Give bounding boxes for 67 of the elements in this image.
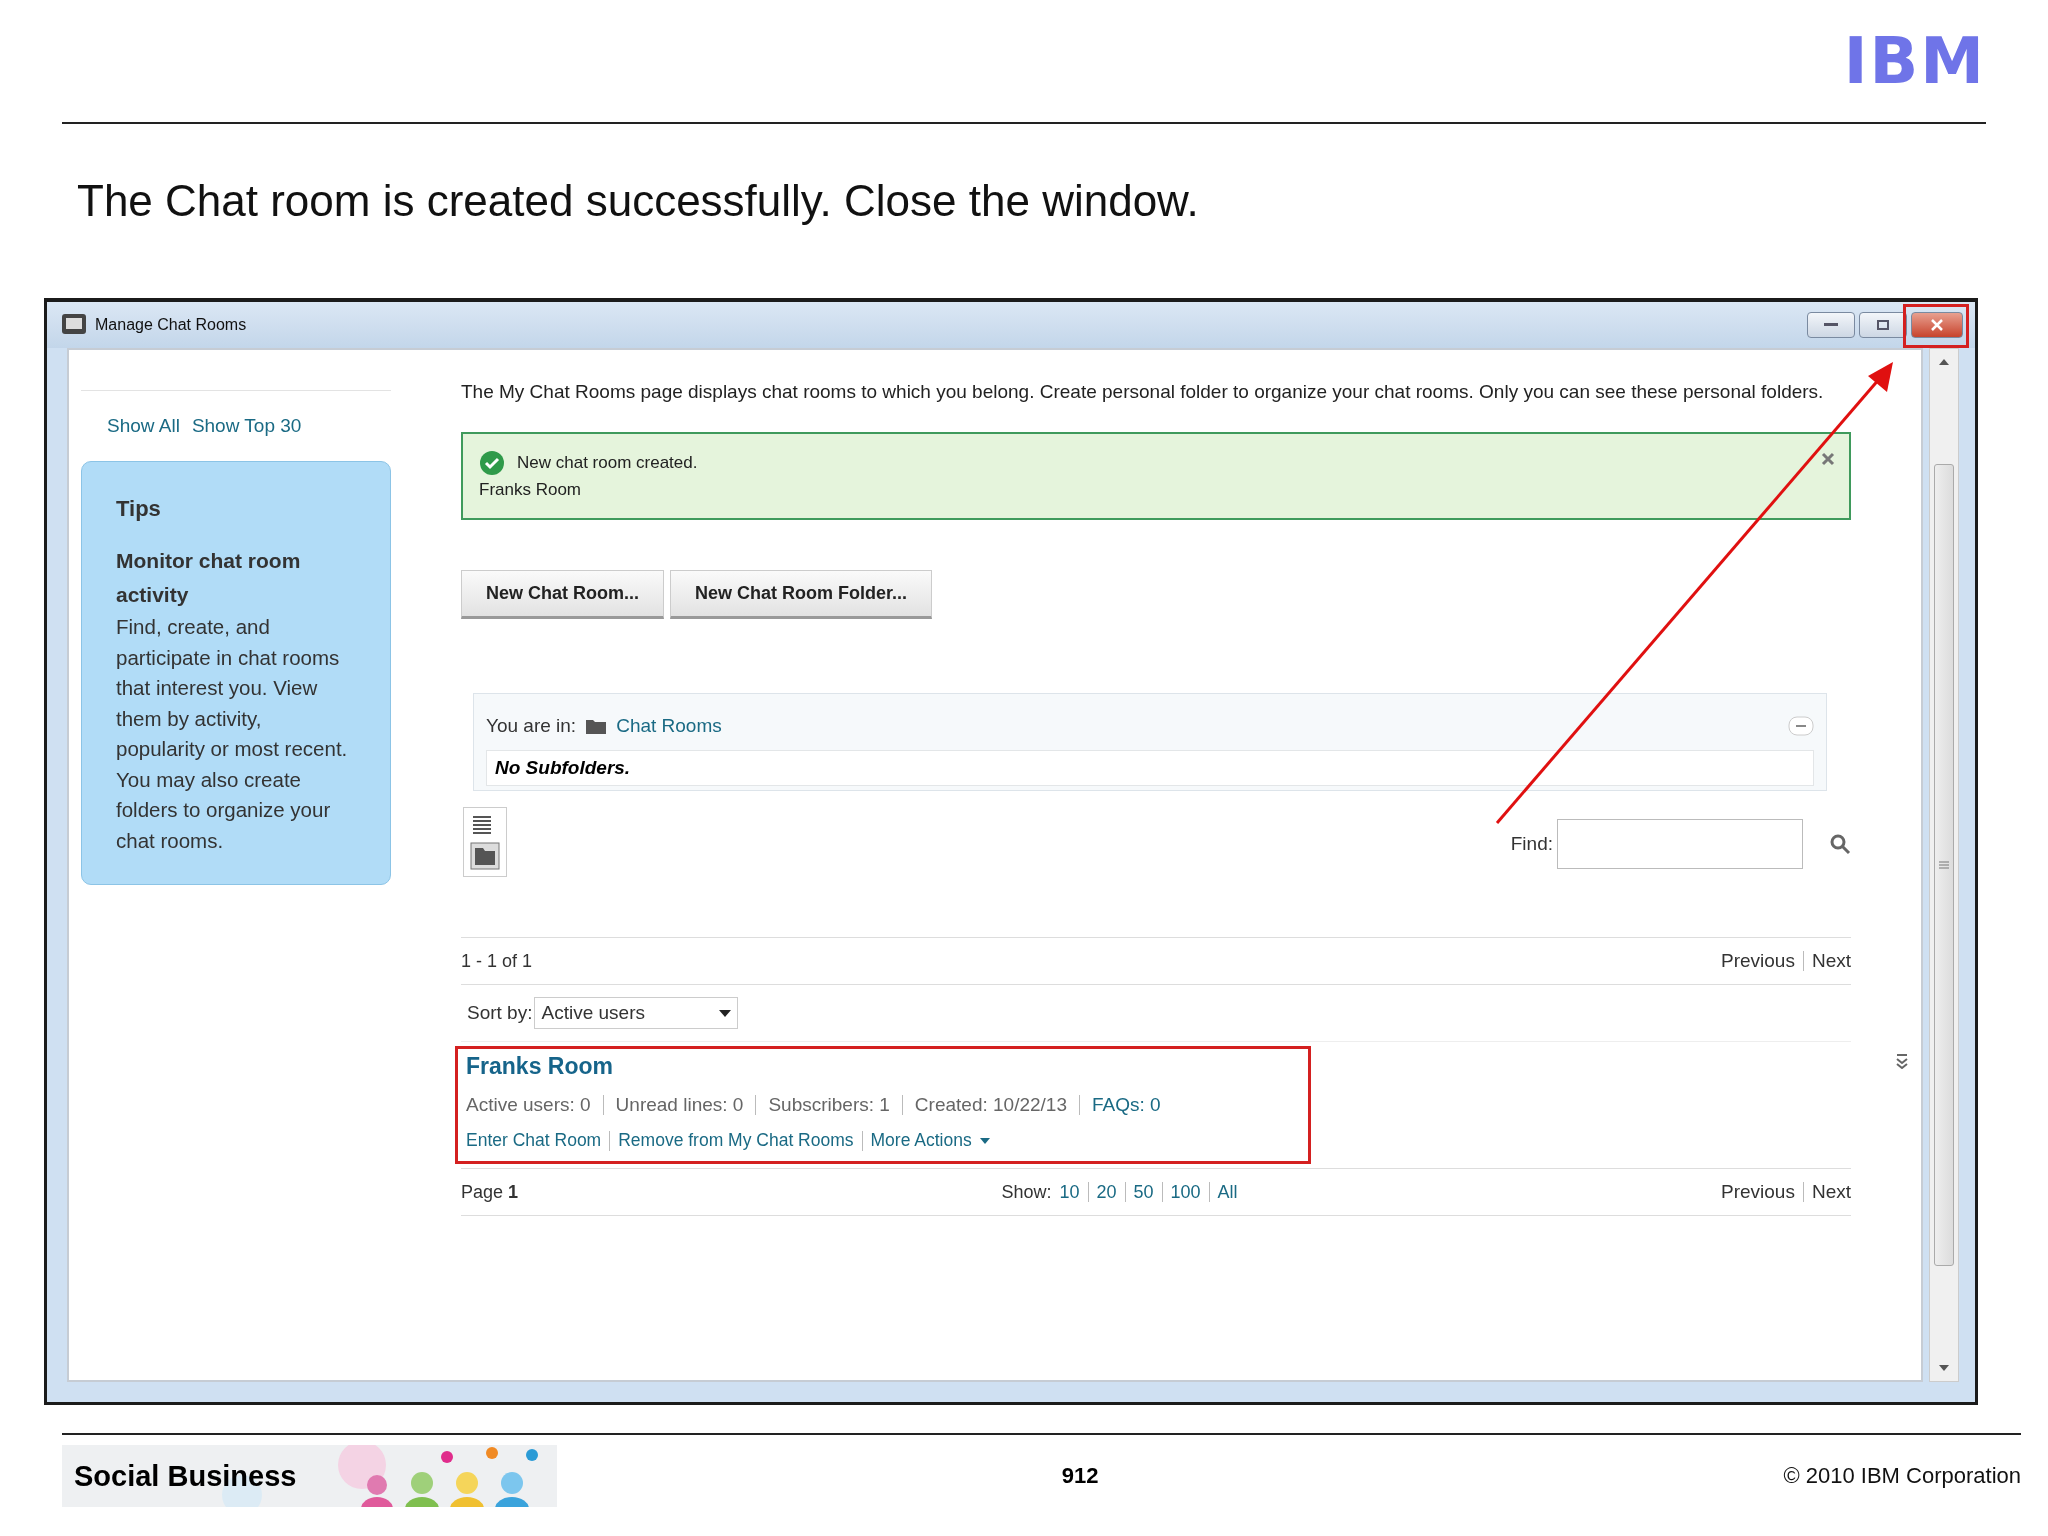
result-range: 1 - 1 of 1: [461, 950, 533, 972]
close-icon: [1930, 319, 1944, 331]
page-size-link[interactable]: 20: [1096, 1181, 1117, 1203]
tips-text: Find, create, and participate in chat rooms that interest you. View them by activity, popularity or most recent. You may also create folders to organize your chat rooms.: [116, 614, 349, 854]
caret-icon: [979, 1137, 990, 1144]
slide-heading: The Chat room is created successfully. Close the window.: [77, 176, 1200, 227]
next-link[interactable]: Next: [1811, 1181, 1851, 1203]
page-size-link[interactable]: 10: [1059, 1181, 1080, 1203]
close-icon[interactable]: [1821, 452, 1835, 466]
window-title: Manage Chat Rooms: [95, 316, 248, 334]
room-stat: Active users: 0: [466, 1094, 591, 1116]
grip-icon: [1939, 860, 1949, 870]
chat-icon: [61, 313, 87, 337]
check-icon: [479, 450, 505, 476]
page-description: The My Chat Rooms page displays chat rooms to which you belong. Create personal folder to organize your chat rooms. Only you can see these personal folders.: [461, 380, 1825, 404]
action-button[interactable]: New Chat Room...: [461, 570, 664, 619]
expand-icon[interactable]: [1896, 1053, 1908, 1069]
breadcrumb-label: You are in:: [486, 715, 577, 737]
previous-link[interactable]: Previous: [1721, 950, 1795, 972]
room-action-link[interactable]: Remove from My Chat Rooms: [618, 1130, 854, 1151]
tips-title: Tips: [116, 496, 162, 522]
tips-subtitle: Monitor chat room activity: [116, 548, 302, 608]
page-size-link[interactable]: All: [1217, 1181, 1238, 1203]
find-field[interactable]: [1557, 819, 1803, 869]
faqs-link[interactable]: FAQs: 0: [1092, 1094, 1161, 1116]
page-size-label: Show:: [1001, 1181, 1052, 1203]
notice-message: New chat room created.: [517, 453, 698, 473]
folder-view-icon[interactable]: [470, 842, 500, 870]
scroll-up-icon[interactable]: [1939, 359, 1949, 365]
page-size-link[interactable]: 100: [1170, 1181, 1201, 1203]
list-view-icon[interactable]: [470, 814, 494, 836]
sort-dropdown[interactable]: Active users: [534, 997, 739, 1029]
company-logo: IBM: [1843, 29, 1986, 93]
maximize-icon: [1877, 320, 1889, 330]
scrollbar[interactable]: [1929, 348, 1959, 1382]
caret-icon: [719, 1009, 732, 1017]
close-button[interactable]: [1911, 312, 1963, 338]
page-label: Page: [461, 1181, 504, 1202]
room-action-link[interactable]: Enter Chat Room: [466, 1130, 602, 1151]
notice-detail: Franks Room: [479, 480, 582, 499]
page-number: 1: [508, 1181, 519, 1202]
maximize-button[interactable]: [1859, 312, 1907, 338]
sort-label: Sort by:: [467, 1002, 533, 1024]
room-action-link[interactable]: More Actions: [870, 1130, 972, 1151]
tag-filter-link[interactable]: Show Top 30: [191, 415, 302, 437]
page-number-text: 912: [1061, 1463, 1099, 1489]
banner-title: Social Business: [74, 1459, 297, 1493]
page-size-link[interactable]: 50: [1133, 1181, 1154, 1203]
minimize-icon: [1824, 323, 1838, 327]
find-label: Find:: [1510, 833, 1553, 855]
room-stat: Subscribers: 1: [768, 1094, 890, 1116]
room-stat: Unread lines: 0: [615, 1094, 744, 1116]
minimize-button[interactable]: [1807, 312, 1855, 338]
room-name-link[interactable]: Franks Room: [466, 1053, 613, 1079]
empty-message: No Subfolders.: [486, 750, 1814, 786]
action-button[interactable]: New Chat Room Folder...: [670, 570, 933, 619]
tag-filter-link[interactable]: Show All: [107, 415, 180, 437]
scroll-down-icon[interactable]: [1939, 1365, 1949, 1371]
room-stat: Created: 10/22/13: [914, 1094, 1067, 1116]
collapse-icon[interactable]: [1788, 716, 1814, 736]
highlight-frame: [1903, 304, 1969, 348]
previous-link[interactable]: Previous: [1721, 1181, 1795, 1203]
next-link[interactable]: Next: [1811, 950, 1851, 972]
breadcrumb-link[interactable]: Chat Rooms: [616, 715, 722, 737]
folder-icon: [586, 718, 607, 734]
copyright-text: © 2010 IBM Corporation: [1783, 1463, 2021, 1489]
search-icon[interactable]: [1829, 833, 1851, 855]
